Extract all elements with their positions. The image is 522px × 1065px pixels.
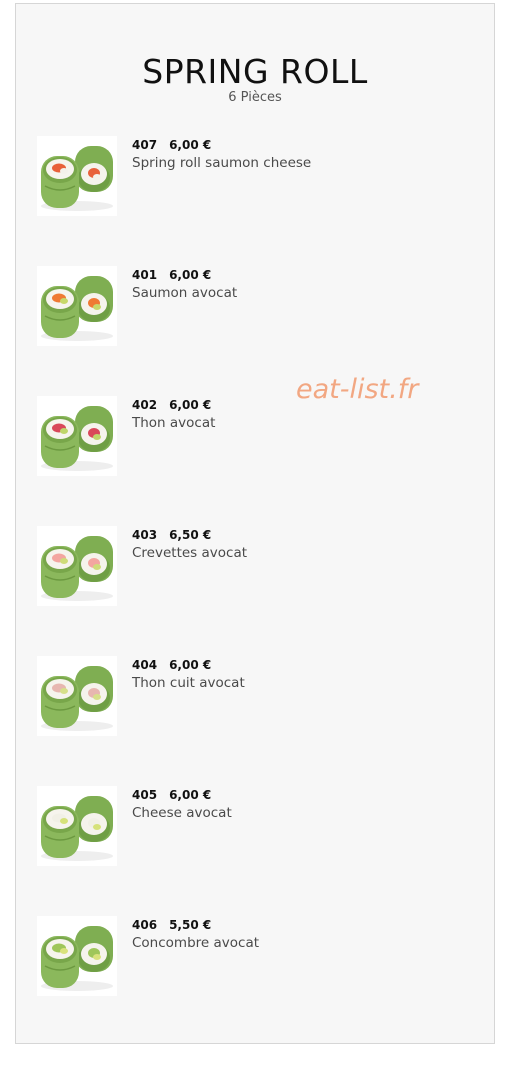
item-price: 5,50 € — [169, 918, 212, 932]
item-price: 6,00 € — [169, 788, 212, 802]
menu-item: 405 6,00 € Cheese avocat — [37, 786, 477, 866]
item-price: 6,50 € — [169, 528, 212, 542]
page-subtitle: 6 Pièces — [228, 90, 282, 105]
item-code: 404 — [132, 658, 158, 672]
item-meta: 402 6,00 € — [132, 398, 211, 412]
spring-roll-image — [37, 396, 117, 476]
menu-item: 404 6,00 € Thon cuit avocat — [37, 656, 477, 736]
item-code: 407 — [132, 138, 158, 152]
item-name: Crevettes avocat — [132, 545, 248, 561]
spring-roll-image — [37, 786, 117, 866]
item-code: 403 — [132, 528, 158, 542]
item-price: 6,00 € — [169, 268, 212, 282]
item-name: Thon avocat — [132, 415, 216, 431]
item-name: Saumon avocat — [132, 285, 238, 301]
spring-roll-image — [37, 266, 117, 346]
item-code: 402 — [132, 398, 158, 412]
menu-card: SPRING ROLL 6 Pièces eat-list.fr 407 6,00… — [15, 3, 495, 1044]
item-meta: 403 6,50 € — [132, 528, 211, 542]
item-name: Concombre avocat — [132, 935, 260, 951]
item-code: 401 — [132, 268, 158, 282]
item-meta: 401 6,00 € — [132, 268, 211, 282]
menu-item: 402 6,00 € Thon avocat — [37, 396, 477, 476]
menu-item: 406 5,50 € Concombre avocat — [37, 916, 477, 996]
item-price: 6,00 € — [169, 138, 212, 152]
item-meta: 406 5,50 € — [132, 918, 211, 932]
menu-item: 407 6,00 € Spring roll saumon cheese — [37, 136, 477, 216]
page-title: SPRING ROLL — [142, 52, 368, 91]
spring-roll-image — [37, 656, 117, 736]
menu-item: 403 6,50 € Crevettes avocat — [37, 526, 477, 606]
item-name: Spring roll saumon cheese — [132, 155, 312, 171]
spring-roll-image — [37, 136, 117, 216]
item-meta: 404 6,00 € — [132, 658, 211, 672]
menu-item: 401 6,00 € Saumon avocat — [37, 266, 477, 346]
item-price: 6,00 € — [169, 658, 212, 672]
item-name: Thon cuit avocat — [132, 675, 245, 691]
item-meta: 405 6,00 € — [132, 788, 211, 802]
item-code: 405 — [132, 788, 158, 802]
item-meta: 407 6,00 € — [132, 138, 211, 152]
spring-roll-image — [37, 916, 117, 996]
item-name: Cheese avocat — [132, 805, 232, 821]
item-code: 406 — [132, 918, 158, 932]
spring-roll-image — [37, 526, 117, 606]
item-price: 6,00 € — [169, 398, 212, 412]
